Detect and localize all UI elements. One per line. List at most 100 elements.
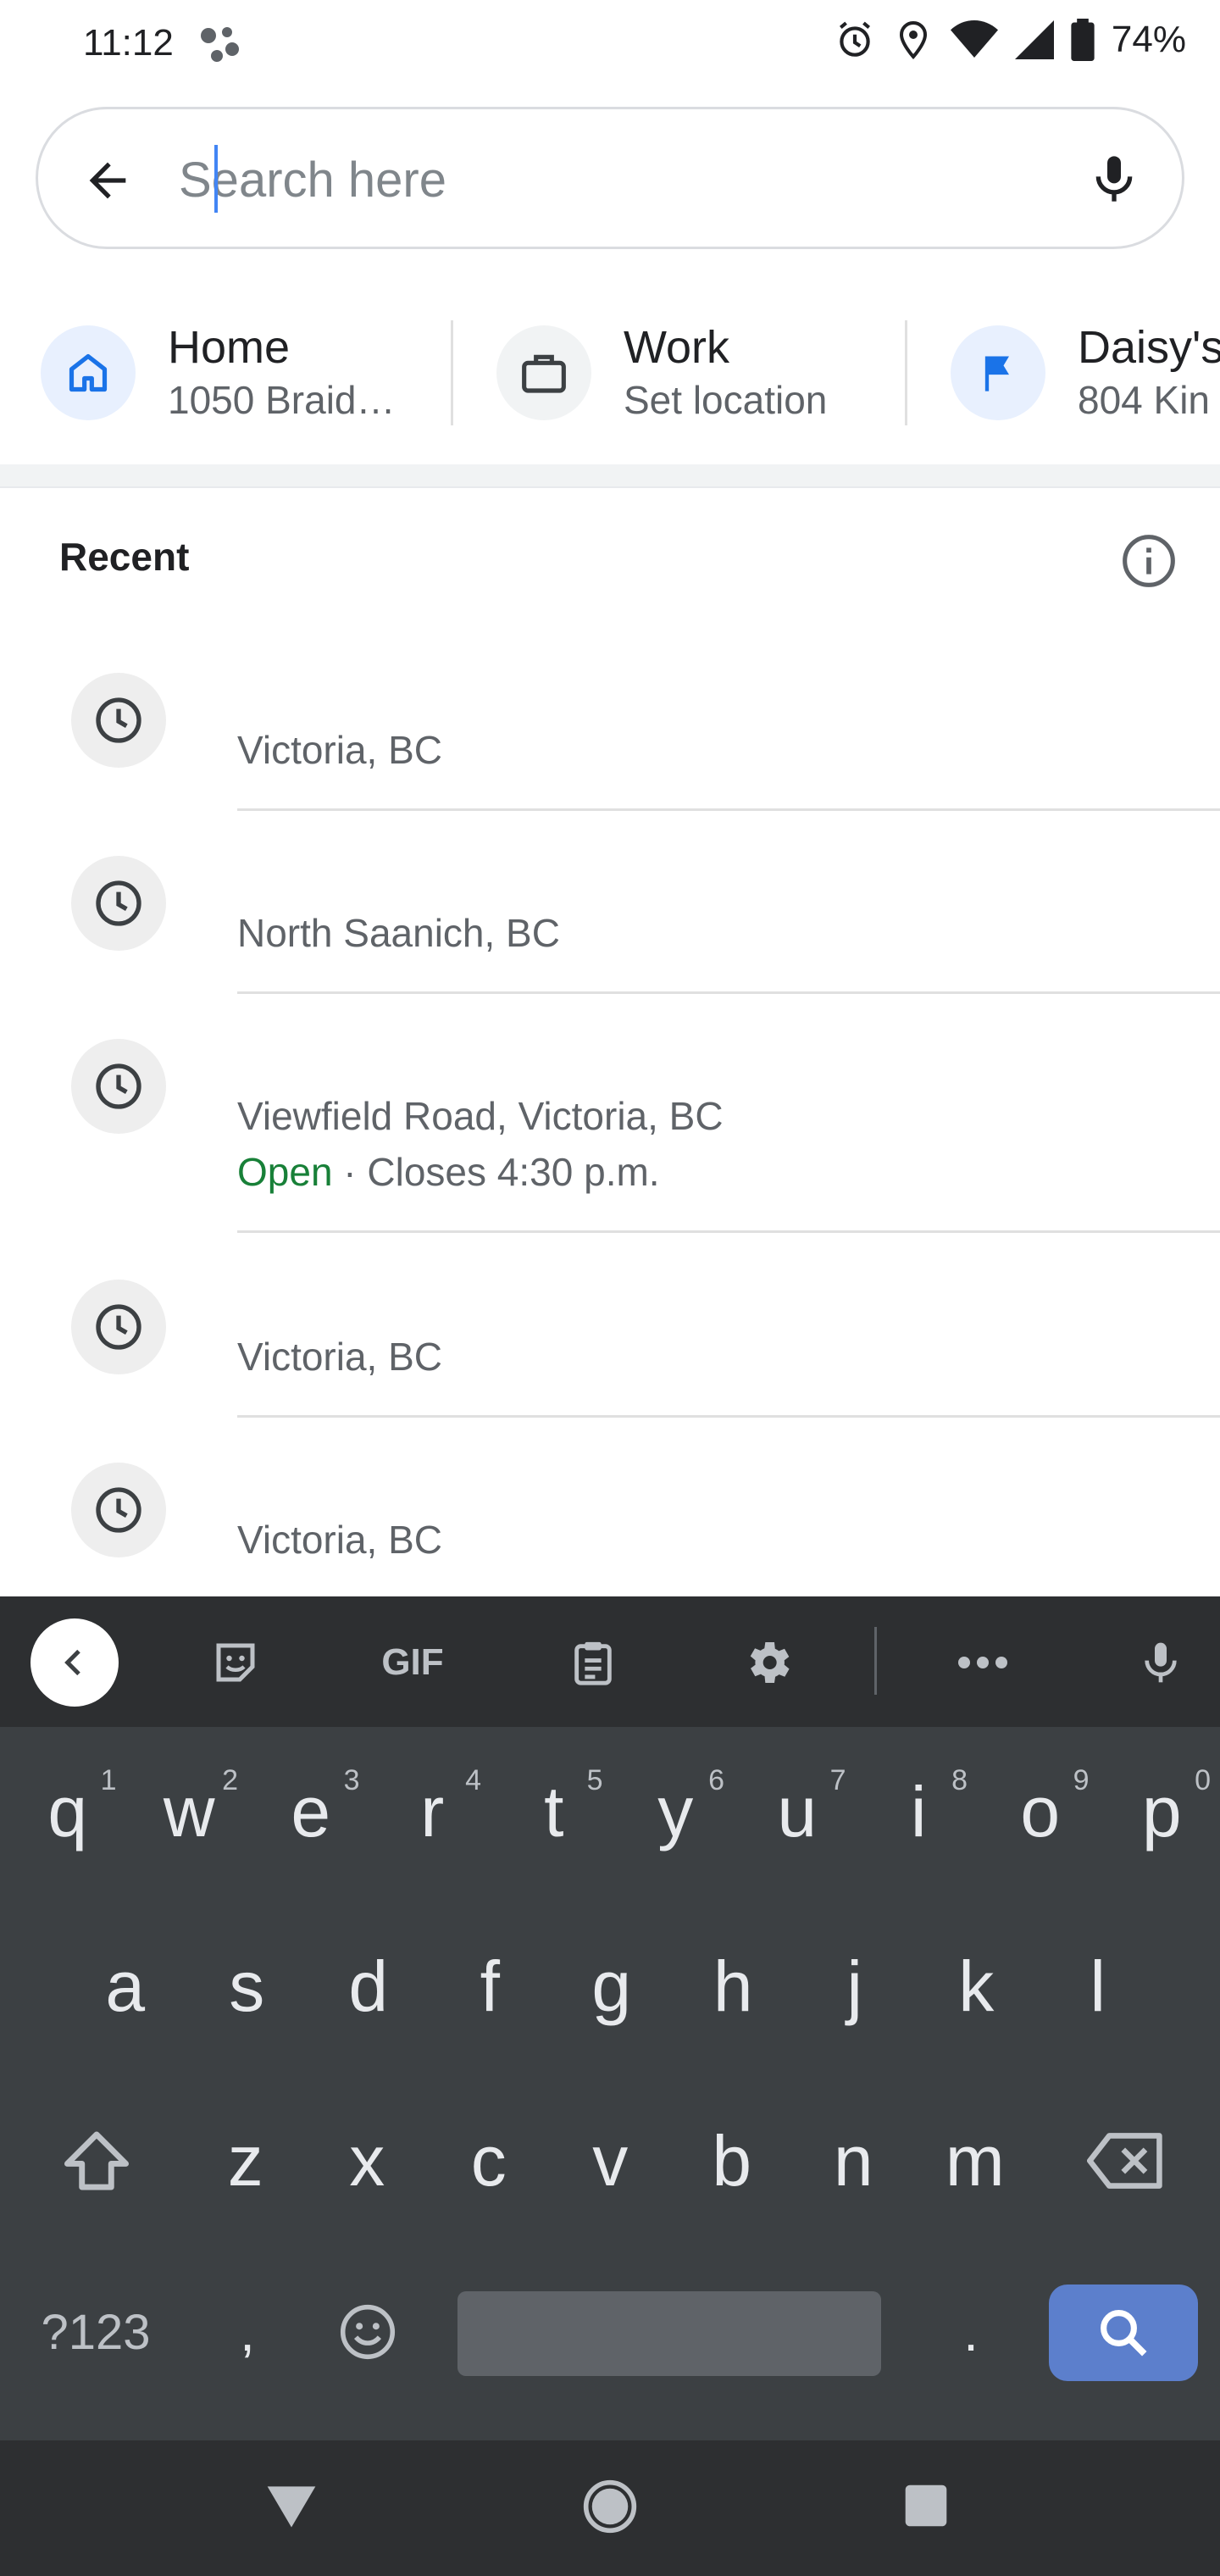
key-hint: 9	[1073, 1764, 1090, 1796]
key-hint: 6	[708, 1764, 724, 1796]
key-e[interactable]: e3	[250, 1744, 372, 1879]
key-q[interactable]: q1	[7, 1744, 129, 1879]
search-input[interactable]	[179, 142, 1009, 218]
shift-icon	[61, 2129, 132, 2193]
key-hint: 7	[829, 1764, 846, 1796]
divider	[237, 1230, 1220, 1233]
nav-back-icon[interactable]	[263, 2481, 320, 2530]
key-x[interactable]: x	[307, 2093, 429, 2229]
comma-key[interactable]: ,	[197, 2264, 298, 2400]
sticker-icon[interactable]	[202, 1629, 269, 1696]
history-clock-icon	[71, 1039, 166, 1134]
divider	[905, 320, 907, 425]
divider	[451, 320, 453, 425]
key-v[interactable]: v	[550, 2093, 672, 2229]
key-z[interactable]: z	[185, 2093, 307, 2229]
period-key[interactable]: .	[920, 2264, 1022, 2400]
info-icon[interactable]	[1120, 532, 1178, 590]
assistant-icon	[198, 24, 246, 64]
shortcut-title: Daisy's	[1078, 322, 1220, 373]
key-a[interactable]: a	[64, 1918, 186, 2054]
backspace-key[interactable]	[1062, 2093, 1190, 2229]
shortcut-title: Work	[624, 322, 730, 373]
section-separator	[0, 464, 1220, 488]
keyboard-back-icon[interactable]	[30, 1618, 119, 1707]
key-r[interactable]: r4	[372, 1744, 494, 1879]
key-label: q	[47, 1771, 88, 1852]
recent-address: North Saanich, BC	[237, 911, 560, 955]
shortcut-work[interactable]: Work Set location	[496, 322, 827, 424]
divider	[237, 808, 1220, 811]
key-label: e	[291, 1771, 331, 1852]
key-hint: 8	[951, 1764, 968, 1796]
key-l[interactable]: l	[1037, 1918, 1159, 2054]
space-bar[interactable]	[458, 2291, 881, 2376]
shift-key[interactable]	[37, 2093, 156, 2229]
history-clock-icon	[71, 1463, 166, 1557]
key-y[interactable]: y6	[615, 1744, 737, 1879]
recent-address: Victoria, BC	[237, 1335, 443, 1379]
key-o[interactable]: o9	[979, 1744, 1101, 1879]
key-hint: 5	[586, 1764, 603, 1796]
keyboard-mic-icon[interactable]	[1127, 1629, 1195, 1696]
back-arrow-icon[interactable]	[80, 153, 135, 208]
location-icon	[893, 19, 934, 61]
nav-recents-icon[interactable]	[903, 2483, 949, 2529]
status-bar: 11:12 74%	[0, 0, 1220, 85]
key-label: t	[544, 1771, 564, 1852]
symbols-key[interactable]: ?123	[7, 2264, 185, 2400]
history-clock-icon	[71, 673, 166, 768]
key-w[interactable]: w2	[129, 1744, 251, 1879]
battery-icon	[1071, 19, 1095, 61]
key-p[interactable]: p0	[1101, 1744, 1220, 1879]
shortcut-home[interactable]: Home 1050 Braid…	[41, 322, 396, 424]
clipboard-icon[interactable]	[559, 1629, 627, 1696]
settings-icon[interactable]	[734, 1629, 801, 1696]
key-i[interactable]: i8	[858, 1744, 980, 1879]
signal-icon	[1014, 19, 1054, 60]
text-caret	[214, 145, 218, 213]
history-clock-icon	[71, 856, 166, 951]
gif-button[interactable]: GIF	[366, 1629, 459, 1696]
closing-hours: · Closes 4:30 p.m.	[332, 1150, 660, 1194]
key-s[interactable]: s	[186, 1918, 308, 2054]
key-m[interactable]: m	[914, 2093, 1036, 2229]
history-clock-icon	[71, 1280, 166, 1374]
shortcut-daisys[interactable]: Daisy's 804 Kin	[951, 322, 1220, 424]
key-n[interactable]: n	[793, 2093, 915, 2229]
home-icon	[41, 325, 136, 420]
shortcut-subtitle: 1050 Braid…	[168, 378, 396, 422]
recent-heading: Recent	[59, 535, 190, 579]
key-b[interactable]: b	[671, 2093, 793, 2229]
briefcase-icon	[496, 325, 591, 420]
emoji-key[interactable]	[313, 2264, 422, 2400]
key-h[interactable]: h	[673, 1918, 795, 2054]
key-g[interactable]: g	[551, 1918, 673, 2054]
keyboard-search-key[interactable]	[1049, 2285, 1198, 2381]
key-label: u	[777, 1771, 818, 1852]
key-hint: 1	[100, 1764, 117, 1796]
navigation-bar	[0, 2440, 1220, 2576]
symbols-label: ?123	[41, 2304, 151, 2360]
key-u[interactable]: u7	[736, 1744, 858, 1879]
key-c[interactable]: c	[428, 2093, 550, 2229]
more-icon[interactable]	[949, 1629, 1017, 1696]
key-label: w	[163, 1771, 215, 1852]
key-f[interactable]: f	[430, 1918, 552, 2054]
nav-home-icon[interactable]	[581, 2478, 639, 2535]
saved-places-row: Home 1050 Braid… Work Set location Daisy…	[0, 288, 1220, 458]
key-d[interactable]: d	[308, 1918, 430, 2054]
key-hint: 4	[465, 1764, 481, 1796]
open-status: Open · Closes 4:30 p.m.	[237, 1149, 660, 1195]
divider	[237, 991, 1220, 994]
wifi-icon	[950, 19, 998, 60]
mic-icon[interactable]	[1087, 148, 1141, 209]
search-bar[interactable]	[36, 107, 1184, 249]
divider	[237, 1415, 1220, 1418]
key-label: r	[420, 1771, 445, 1852]
key-t[interactable]: t5	[493, 1744, 615, 1879]
alarm-icon	[834, 19, 876, 61]
key-j[interactable]: j	[794, 1918, 916, 2054]
key-k[interactable]: k	[916, 1918, 1038, 2054]
keyboard-toolbar: GIF	[0, 1596, 1220, 1727]
